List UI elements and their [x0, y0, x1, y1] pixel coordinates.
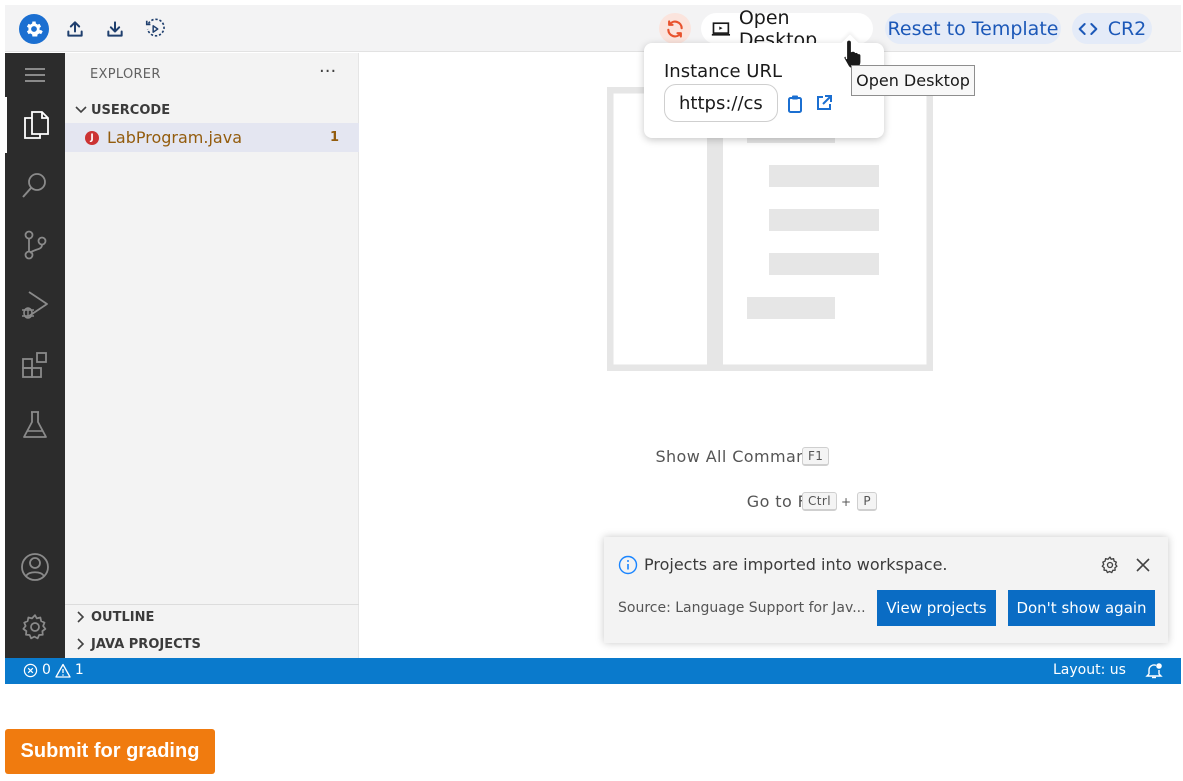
problem-count-badge: 1	[329, 130, 339, 145]
dont-show-again-button[interactable]: Don't show again	[1008, 590, 1155, 626]
file-name: LabProgram.java	[107, 128, 242, 147]
keyboard-layout-status[interactable]: Layout: us	[1053, 662, 1126, 678]
chevron-down-icon	[71, 106, 91, 114]
source-control-icon[interactable]	[5, 217, 65, 273]
activity-bar	[5, 53, 65, 658]
warning-icon	[55, 663, 71, 678]
view-projects-button[interactable]: View projects	[877, 590, 996, 626]
external-link-icon[interactable]	[815, 94, 833, 116]
settings-gear-icon[interactable]	[19, 14, 49, 44]
explorer-files-icon[interactable]	[5, 97, 65, 153]
error-icon	[23, 663, 38, 677]
section-java-projects-label: JAVA PROJECTS	[91, 636, 201, 652]
notification-close-icon[interactable]	[1135, 557, 1151, 577]
sidebar-title: EXPLORER	[90, 67, 161, 82]
folder-usercode[interactable]: USERCODE	[65, 97, 359, 123]
download-icon[interactable]	[100, 14, 130, 44]
key-ctrl: Ctrl	[802, 492, 837, 511]
history-replay-icon[interactable]	[140, 14, 170, 44]
section-outline[interactable]: OUTLINE	[65, 604, 359, 630]
folder-label: USERCODE	[91, 102, 171, 118]
key-p: P	[857, 492, 878, 511]
keybinding: Ctrl + P	[796, 492, 878, 511]
run-debug-icon[interactable]	[5, 277, 65, 333]
section-java-projects[interactable]: JAVA PROJECTS	[65, 631, 359, 657]
warning-count: 1	[74, 662, 84, 678]
notifications-bell-icon[interactable]	[1145, 662, 1163, 683]
info-icon	[618, 555, 638, 579]
status-bar: 0 1 Layout: us	[5, 658, 1181, 684]
open-desktop-tooltip: Open Desktop	[851, 65, 975, 96]
refresh-icon	[667, 19, 683, 38]
refresh-button[interactable]	[659, 13, 691, 44]
upload-icon[interactable]	[60, 14, 90, 44]
notification-settings-gear-icon[interactable]	[1100, 555, 1120, 579]
notification-toast: Projects are imported into workspace. So…	[604, 537, 1168, 643]
chevron-right-icon	[71, 638, 91, 650]
testing-flask-icon[interactable]	[5, 397, 65, 453]
submit-for-grading-button[interactable]: Submit for grading	[5, 729, 215, 774]
top-toolbar: Open Desktop Reset to Template CR2	[5, 5, 1181, 52]
chevron-right-icon	[71, 611, 91, 623]
keybinding: F1	[796, 447, 830, 466]
cr2-button[interactable]: CR2	[1072, 13, 1152, 44]
extensions-icon[interactable]	[5, 337, 65, 393]
section-outline-label: OUTLINE	[91, 609, 155, 625]
account-icon[interactable]	[5, 539, 65, 595]
notification-message: Projects are imported into workspace.	[644, 555, 948, 574]
problems-status[interactable]: 0 1	[23, 662, 84, 678]
key-plus: +	[840, 494, 852, 509]
notification-source: Source: Language Support for Jav...	[618, 600, 866, 616]
explorer-sidebar: EXPLORER ··· USERCODE J LabProgram.java …	[65, 53, 359, 658]
copy-clipboard-icon[interactable]	[787, 94, 803, 118]
cr2-label: CR2	[1107, 17, 1147, 40]
menu-icon[interactable]	[5, 53, 65, 97]
more-actions-button[interactable]: ···	[319, 61, 336, 82]
file-item-labprogram[interactable]: J LabProgram.java 1	[65, 123, 359, 152]
error-count: 0	[42, 662, 51, 678]
search-icon[interactable]	[5, 157, 65, 213]
code-icon	[1078, 22, 1098, 35]
reset-to-template-button[interactable]: Reset to Template	[885, 13, 1061, 44]
desktop-icon	[711, 21, 731, 36]
java-file-icon: J	[85, 130, 99, 145]
instance-url-field[interactable]	[664, 84, 778, 122]
popover-title: Instance URL	[664, 61, 782, 82]
key-f1: F1	[802, 447, 830, 466]
manage-gear-icon[interactable]	[5, 599, 65, 655]
